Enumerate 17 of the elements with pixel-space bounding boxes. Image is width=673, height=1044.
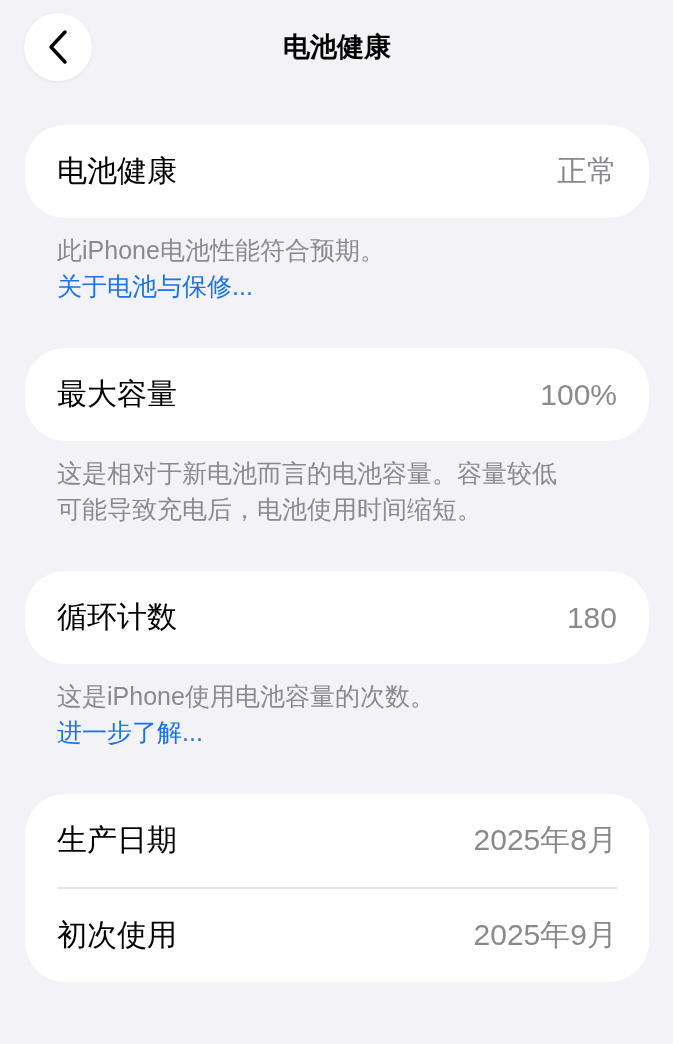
footer-text: 这是iPhone使用电池容量的次数。 进一步了解... [57, 681, 436, 748]
row-label: 初次使用 [57, 917, 177, 953]
row-value: 2025年9月 [473, 917, 617, 953]
page-title: 电池健康 [282, 31, 391, 64]
row-label: 电池健康 [57, 153, 177, 189]
footer-text: 此iPhone电池性能符合预期。 关于电池与保修... [57, 235, 386, 302]
row-label: 循环计数 [57, 599, 177, 635]
row-value: 180 [566, 600, 617, 635]
footer-link[interactable]: 进一步了解... [57, 718, 203, 746]
row-label: 生产日期 [57, 822, 177, 858]
row-value: 100% [540, 377, 617, 412]
footer-link[interactable]: 关于电池与保修... [57, 272, 253, 300]
back-icon [47, 29, 69, 65]
footer-text: 这是相对于新电池而言的电池容量。容量较低可能导致充电后，电池使用时间缩短。 [57, 458, 557, 525]
row-value: 正常 [557, 153, 617, 189]
row-value: 2025年8月 [473, 822, 617, 858]
row-label: 最大容量 [57, 376, 177, 412]
